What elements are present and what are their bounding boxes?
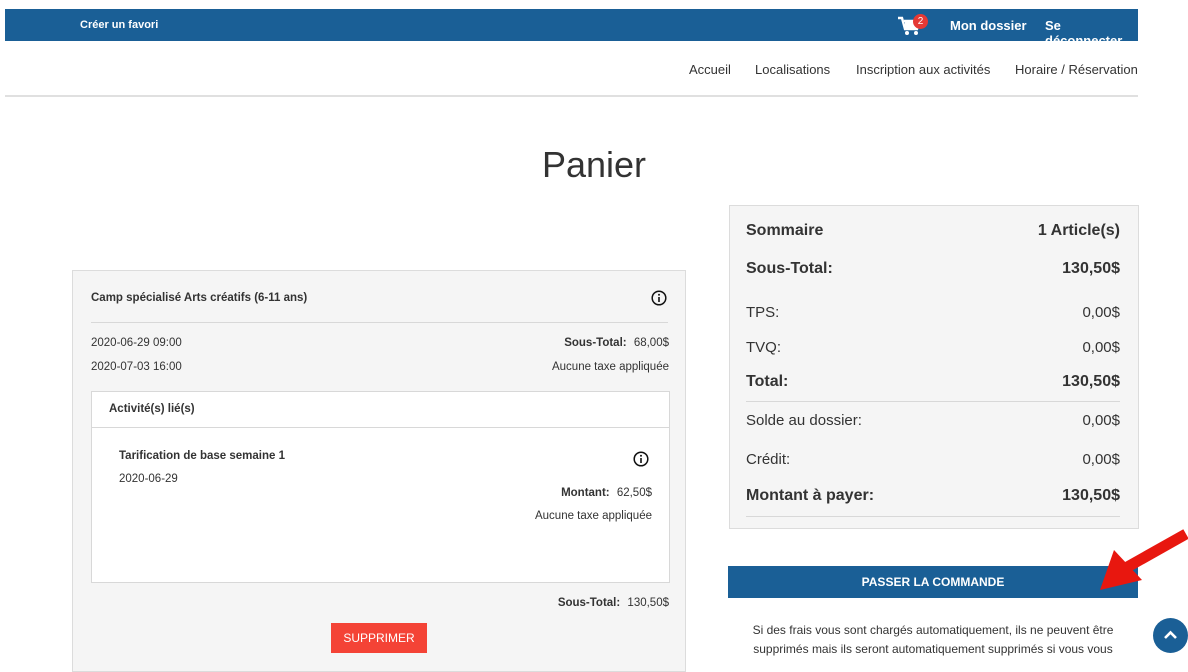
cart-subtotal-value: 130,50$	[627, 597, 669, 609]
cart-subtotal: Sous-Total: 130,50$	[558, 597, 669, 609]
summary-row-tvq: TVQ: 0,00$	[746, 339, 1120, 356]
item-subtotal-value: 68,00$	[633, 337, 669, 349]
linked-amount-label: Montant:	[561, 487, 610, 499]
summary-label: Sous-Total:	[746, 260, 833, 277]
item-subtotal-label: Sous-Total:	[564, 337, 627, 349]
linked-activities-header: Activité(s) lié(s)	[109, 403, 195, 415]
info-icon[interactable]	[633, 451, 649, 467]
cart-item-title: Camp spécialisé Arts créatifs (6-11 ans)	[91, 292, 308, 304]
divider	[91, 322, 668, 323]
summary-value: 0,00$	[1082, 339, 1120, 356]
linked-amount: Montant: 62,50$	[561, 487, 652, 499]
summary-label: TVQ:	[746, 339, 782, 356]
nav-activity-registration[interactable]: Inscription aux activités	[856, 62, 990, 77]
divider	[92, 427, 669, 428]
summary-label: Montant à payer:	[746, 487, 875, 504]
cart-item-card: Camp spécialisé Arts créatifs (6-11 ans)…	[72, 270, 686, 672]
summary-row-amount-due: Montant à payer: 130,50$	[746, 487, 1120, 505]
summary-value: 1 Article(s)	[1037, 222, 1120, 239]
summary-row-tps: TPS: 0,00$	[746, 304, 1120, 321]
nav-home[interactable]: Accueil	[689, 62, 731, 77]
summary-row-total: Total: 130,50$	[746, 373, 1120, 391]
top-bar: Créer un favori 2 Mon dossier Se déconne…	[5, 9, 1138, 48]
delete-button[interactable]: SUPPRIMER	[331, 623, 427, 653]
linked-tax-note: Aucune taxe appliquée	[534, 510, 652, 522]
summary-row-balance: Solde au dossier: 0,00$	[746, 412, 1120, 429]
fees-note: Si des frais vous sont chargés automatiq…	[752, 623, 1114, 656]
cart-count-badge: 2	[913, 14, 928, 29]
summary-value: 0,00$	[1082, 304, 1120, 321]
summary-row-subtotal: Sous-Total: 130,50$	[746, 260, 1120, 278]
item-subtotal: Sous-Total: 68,00$	[564, 337, 669, 349]
summary-row-credit: Crédit: 0,00$	[746, 451, 1120, 468]
nav-locations[interactable]: Localisations	[755, 62, 830, 77]
item-tax-note: Aucune taxe appliquée	[551, 361, 669, 373]
divider	[746, 401, 1120, 402]
scroll-to-top-button[interactable]	[1153, 618, 1188, 653]
order-summary: Sommaire 1 Article(s) Sous-Total: 130,50…	[729, 205, 1139, 529]
nav-divider	[5, 95, 1138, 97]
summary-label: Crédit:	[746, 451, 791, 468]
summary-value: 130,50$	[1062, 373, 1120, 390]
start-datetime: 2020-06-29 09:00	[91, 337, 182, 349]
summary-label: Solde au dossier:	[746, 412, 862, 429]
logout-link[interactable]: Se déconnecter	[1045, 18, 1138, 48]
summary-row-items: Sommaire 1 Article(s)	[746, 222, 1120, 240]
linked-activity-date: 2020-06-29	[119, 473, 178, 485]
chevron-up-icon	[1164, 630, 1177, 639]
red-arrow-icon	[1100, 529, 1188, 590]
summary-value: 0,00$	[1082, 412, 1120, 429]
page-title: Panier	[541, 144, 647, 185]
summary-label: Total:	[746, 373, 789, 390]
divider	[746, 516, 1120, 517]
my-account-link[interactable]: Mon dossier	[950, 18, 1027, 33]
cart-subtotal-label: Sous-Total:	[557, 597, 621, 609]
summary-label: Sommaire	[746, 222, 824, 239]
info-icon[interactable]	[651, 290, 667, 306]
linked-amount-value: 62,50$	[616, 487, 652, 499]
end-datetime: 2020-07-03 16:00	[91, 361, 182, 373]
summary-value: 0,00$	[1082, 451, 1120, 468]
summary-label: TPS:	[746, 304, 780, 321]
linked-activities-panel: Activité(s) lié(s) Tarification de base …	[91, 391, 670, 583]
nav-schedule-reservation[interactable]: Horaire / Réservation	[1015, 62, 1138, 77]
summary-value: 130,50$	[1062, 260, 1120, 277]
bookmark-link[interactable]: Créer un favori	[80, 19, 158, 31]
summary-value: 130,50$	[1062, 487, 1120, 504]
linked-activity-title: Tarification de base semaine 1	[119, 450, 285, 462]
